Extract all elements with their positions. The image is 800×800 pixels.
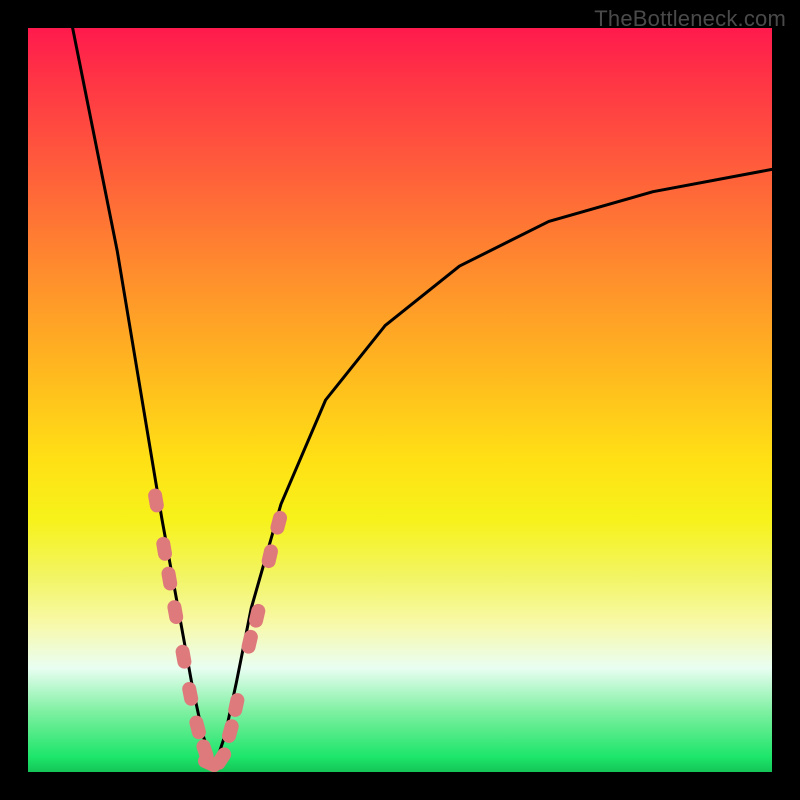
curve-layer [28,28,772,772]
highlight-point [181,681,199,707]
highlight-point [155,536,173,562]
highlight-point [160,566,178,592]
chart-frame: TheBottleneck.com [0,0,800,800]
highlight-point [147,487,165,513]
highlight-point [166,599,184,625]
highlight-point [174,644,192,670]
plot-area [28,28,772,772]
